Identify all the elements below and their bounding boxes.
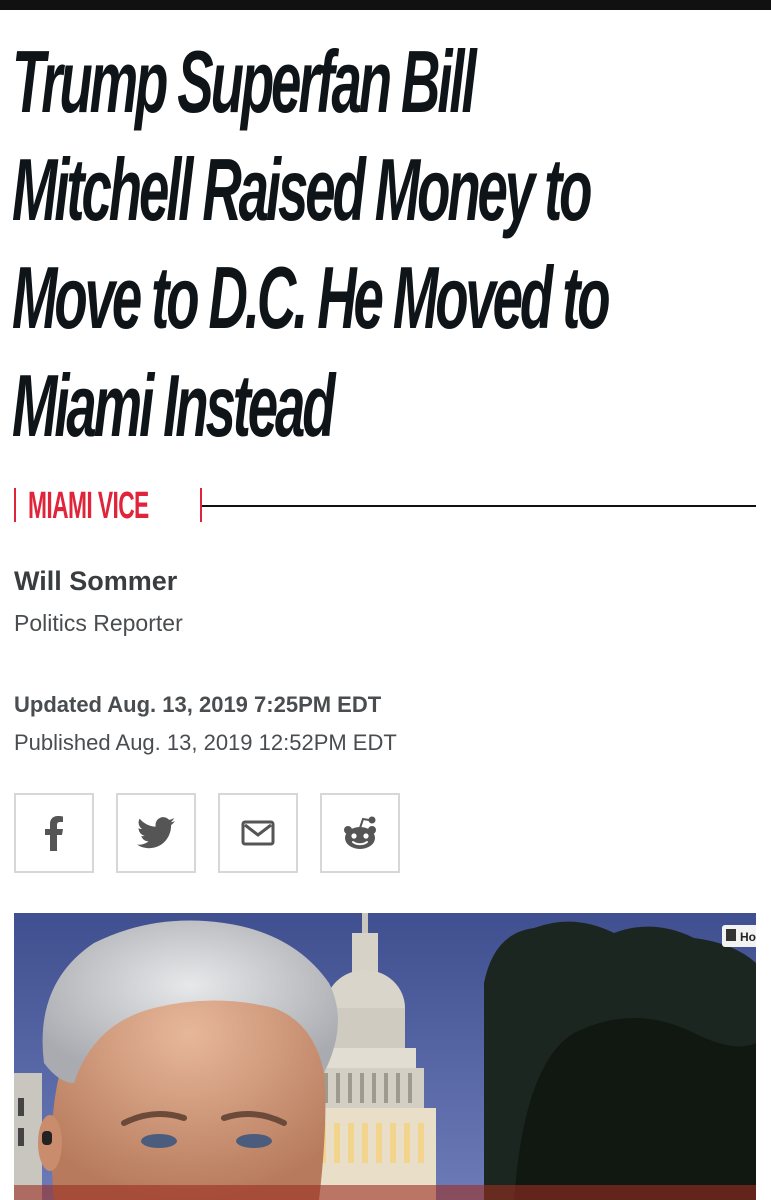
share-facebook-button[interactable]: [14, 793, 94, 873]
headline-line: Trump Superfan Bill: [12, 32, 477, 131]
envelope-icon: [241, 820, 275, 846]
share-twitter-button[interactable]: [116, 793, 196, 873]
svg-text:Ho: Ho: [740, 930, 756, 944]
author-title: Politics Reporter: [14, 610, 183, 636]
twitter-icon: [137, 817, 175, 849]
share-reddit-button[interactable]: [320, 793, 400, 873]
rubric-link[interactable]: MIAMI VICE: [28, 486, 149, 526]
person-portrait: [38, 920, 338, 1200]
headline-line: Move to D.C. He Moved to: [12, 248, 611, 347]
top-bar: [0, 0, 771, 10]
rubric-bar-left: [14, 488, 16, 522]
headline-line: Mitchell Raised Money to: [12, 140, 592, 239]
section-rubric: MIAMI VICE: [14, 482, 756, 528]
share-email-button[interactable]: [218, 793, 298, 873]
headline-line: Miami Instead: [12, 356, 336, 455]
reddit-icon: [340, 815, 380, 851]
article-headline: Trump Superfan Bill Mitchell Raised Mone…: [12, 28, 756, 460]
updated-timestamp: Updated Aug. 13, 2019 7:25PM EDT: [14, 692, 382, 717]
corner-badge: Ho: [722, 925, 756, 947]
published-timestamp: Published Aug. 13, 2019 12:52PM EDT: [14, 730, 397, 755]
author-name[interactable]: Will Sommer: [14, 566, 177, 597]
rubric-rule: [202, 505, 756, 507]
hero-image: Ho: [14, 913, 756, 1200]
facebook-icon: [44, 815, 64, 851]
